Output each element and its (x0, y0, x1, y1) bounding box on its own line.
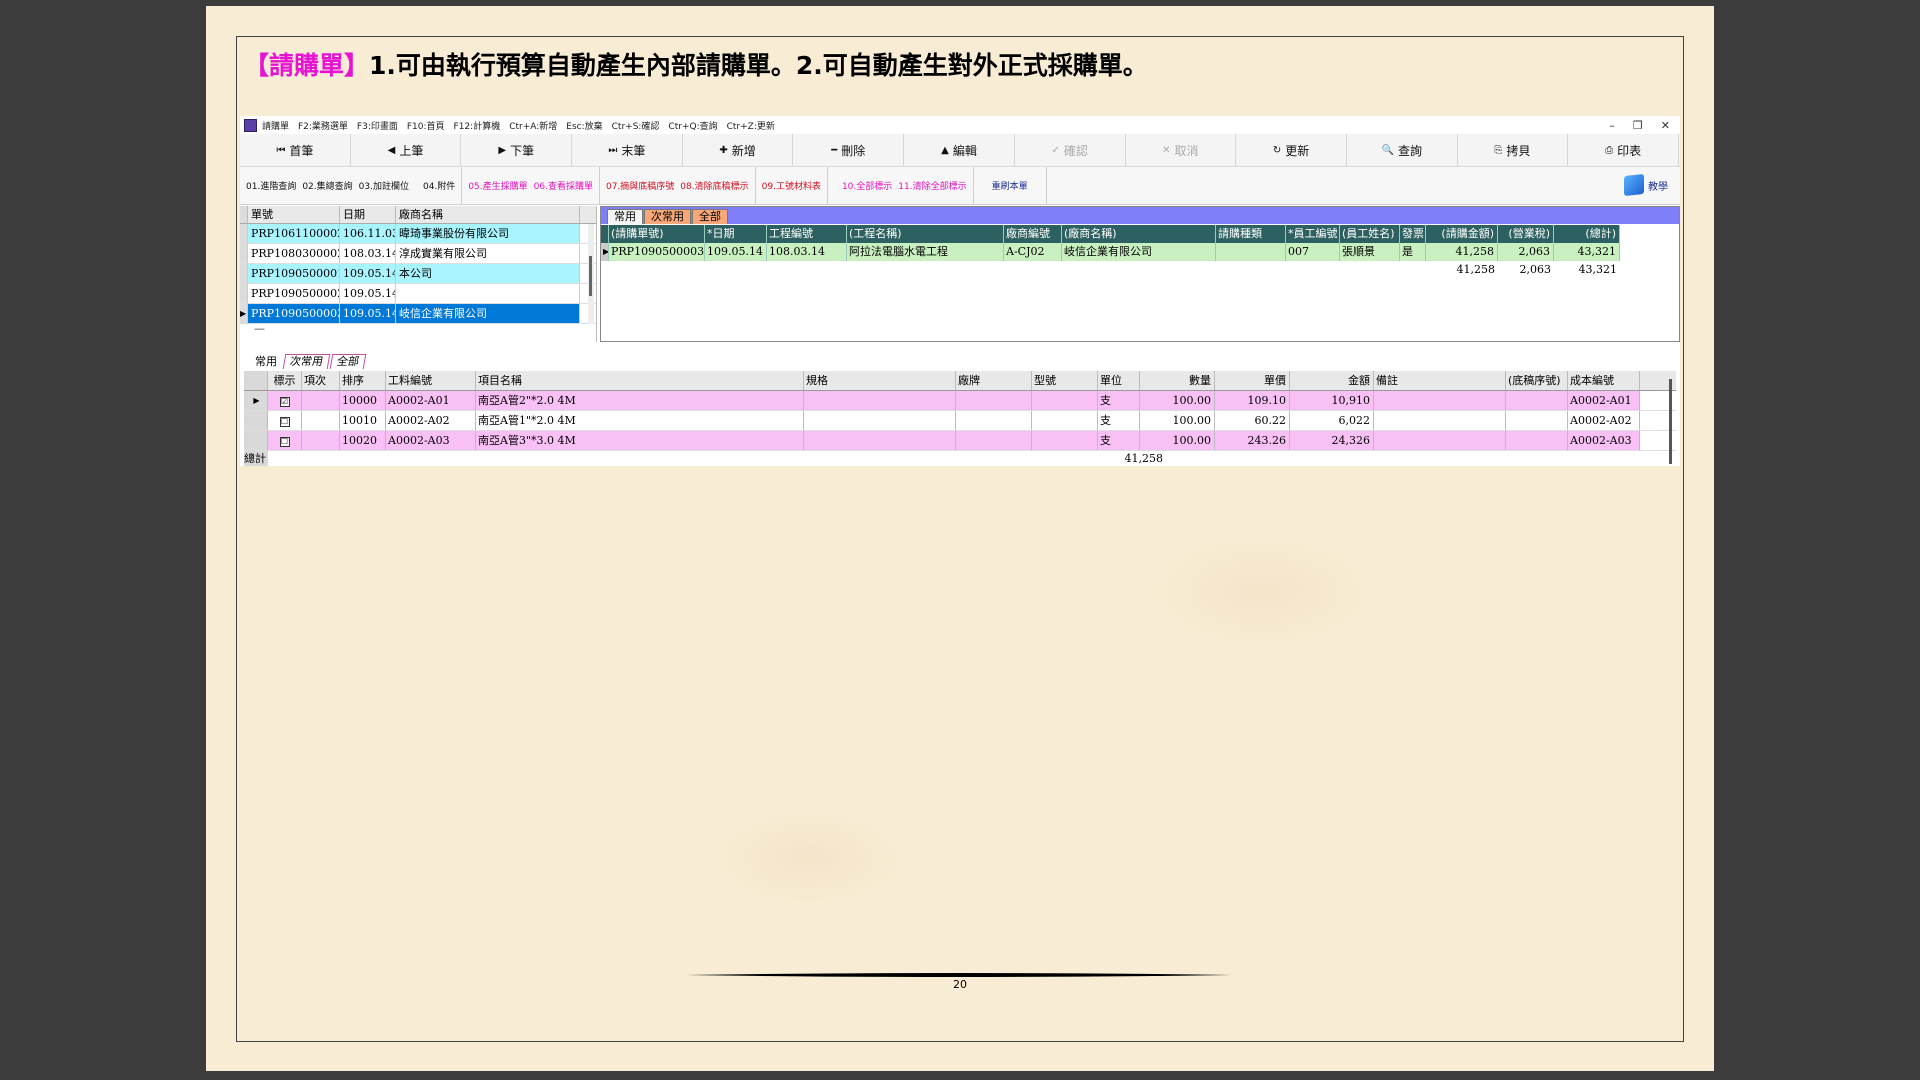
next-record-button[interactable]: ▶ 下筆 (461, 134, 573, 166)
list-dash: — (254, 322, 265, 335)
advanced-query-link[interactable]: 01.進階查詢 (246, 179, 296, 192)
triangle-left-icon: ◀ (387, 144, 396, 156)
clear-draft-link[interactable]: 08.清除底稿標示 (680, 179, 748, 192)
window-title: 請購單 F2:業務選單 F3:印畫面 F10:首頁 F12:計算機 Ctr+A:… (262, 121, 775, 132)
mark-checkbox[interactable]: ☐ (279, 437, 290, 447)
header-panel: 常用 次常用 全部 (請購單號) *日期 工程編號 (工程名稱) 廠商編號 (廠… (600, 206, 1680, 342)
main-toolbar: ⏮ 首筆 ◀ 上筆 ▶ 下筆 ⏭ 末筆 ✚ 新增 ━ 刪除 ▲ 編輯 ✓ 確認 ✕ 取消 ↻ 更新 … (240, 134, 1680, 167)
reprint-link[interactable]: 重刷本單 (992, 179, 1028, 192)
document-list-header: 單號 日期 廠商名稱 (240, 206, 596, 224)
close-icon[interactable]: ✕ (1661, 119, 1670, 132)
document-list: 單號 日期 廠商名稱 PRP1061100002 106.11.03 暐琦事業股… (240, 206, 597, 342)
tab-all[interactable]: 全部 (692, 209, 728, 224)
view-po-link[interactable]: 06.查看採購單 (534, 179, 593, 192)
header-tabs: 常用 次常用 全部 (601, 207, 1679, 224)
list-scrollbar[interactable] (588, 224, 594, 324)
skip-last-icon: ⏭ (608, 144, 618, 156)
extra-fields-link[interactable]: 03.加註欄位 (359, 179, 409, 192)
cancel-button[interactable]: ✕ 取消 (1126, 134, 1237, 166)
query-button[interactable]: 🔍 查詢 (1347, 134, 1458, 166)
skip-first-icon: ⏮ (276, 144, 286, 156)
copy-icon: ⎘ (1494, 144, 1503, 156)
attachment-link[interactable]: 04.附件 (423, 179, 455, 192)
row-pointer-icon: ▶ (601, 243, 609, 261)
teach-button[interactable]: 教學 (1624, 173, 1668, 197)
copy-button[interactable]: ⎘ 拷貝 (1458, 134, 1569, 166)
list-item[interactable]: PRP1061100002 106.11.03 暐琦事業股份有限公司 (240, 224, 596, 244)
detail-tab-all[interactable]: 全部 (329, 354, 367, 369)
slide-title: 【請購單】 1.可由執行預算自動產生內部請購單。2.可自動產生對外正式採購單。 (244, 44, 1148, 84)
window-titlebar: 請購單 F2:業務選單 F3:印畫面 F10:首頁 F12:計算機 Ctr+A:… (240, 116, 1680, 134)
detail-grid-header: 標示 項次 排序 工料編號 項目名稱 規格 廠牌 型號 單位 數量 單價 金額 … (244, 371, 1676, 391)
print-button[interactable]: ⎙ 印表 (1568, 134, 1679, 166)
tab-common[interactable]: 常用 (607, 209, 643, 224)
delete-button[interactable]: ━ 刪除 (793, 134, 905, 166)
slide-title-text: 1.可由執行預算自動產生內部請購單。2.可自動產生對外正式採購單。 (369, 51, 1148, 80)
minus-icon: ━ (831, 144, 838, 156)
refresh-button[interactable]: ↻ 更新 (1236, 134, 1347, 166)
row-pointer-icon: ▶ (244, 391, 268, 410)
confirm-button[interactable]: ✓ 確認 (1015, 134, 1126, 166)
slide-title-bracket: 【請購單】 (244, 51, 370, 80)
detail-tab-common[interactable]: 常用 (250, 355, 282, 369)
cube-icon (1624, 173, 1644, 197)
edit-button[interactable]: ▲ 編輯 (904, 134, 1015, 166)
function-bar: 01.進階查詢 02.集總查詢 03.加註欄位 04.附件 05.產生採購單 0… (240, 167, 1680, 205)
last-record-button[interactable]: ⏭ 末筆 (572, 134, 683, 166)
refresh-icon: ↻ (1272, 144, 1282, 156)
material-list-link[interactable]: 09.工號材料表 (762, 179, 821, 192)
row-pointer-icon: ▶ (240, 304, 248, 323)
draft-serial-link[interactable]: 07.摘與底稿序號 (606, 179, 674, 192)
detail-tabs: 常用 次常用 全部 (250, 354, 367, 369)
list-item[interactable]: PRP1090500002 109.05.14 (240, 284, 596, 304)
triangle-right-icon: ▶ (498, 144, 507, 156)
detail-tab-secondary[interactable]: 次常用 (282, 354, 331, 369)
list-item[interactable]: PRP1080300002 108.03.14 淳成實業有限公司 (240, 244, 596, 264)
detail-sum-row: 總計 41,258 (244, 451, 1676, 466)
table-row[interactable]: ▶ ☑ 10000 A0002-A01 南亞A管2"*2.0 4M 支 100.… (244, 391, 1676, 411)
add-button[interactable]: ✚ 新增 (683, 134, 794, 166)
restore-icon[interactable]: ❐ (1633, 119, 1643, 132)
plus-icon: ✚ (719, 144, 728, 156)
list-item[interactable]: PRP1090500001 109.05.14 本公司 (240, 264, 596, 284)
summary-query-link[interactable]: 02.集總查詢 (302, 179, 352, 192)
table-row[interactable]: ▶ PRP1090500003 109.05.14 108.03.14 阿拉法電… (601, 243, 1620, 261)
prev-record-button[interactable]: ◀ 上筆 (351, 134, 462, 166)
mark-checkbox[interactable]: ☐ (279, 417, 290, 427)
printer-icon: ⎙ (1605, 144, 1614, 156)
table-row[interactable]: ☐ 10010 A0002-A02 南亞A管1"*2.0 4M 支 100.00… (244, 411, 1676, 431)
check-icon: ✓ (1051, 144, 1060, 156)
x-icon: ✕ (1162, 144, 1171, 156)
mark-checkbox[interactable]: ☑ (279, 397, 290, 407)
table-row[interactable]: ☐ 10020 A0002-A03 南亞A管3"*3.0 4M 支 100.00… (244, 431, 1676, 451)
triangle-up-icon: ▲ (941, 144, 949, 156)
detail-grid: 標示 項次 排序 工料編號 項目名稱 規格 廠牌 型號 單位 數量 單價 金額 … (244, 371, 1676, 466)
generate-po-link[interactable]: 05.產生採購單 (468, 179, 527, 192)
page-number: 20 (953, 978, 967, 991)
sum-label: 總計 (244, 451, 268, 466)
tab-secondary[interactable]: 次常用 (644, 209, 691, 224)
sum-amount: 41,258 (1124, 452, 1164, 465)
header-grid-columns: (請購單號) *日期 工程編號 (工程名稱) 廠商編號 (廠商名稱) 請購種類 … (601, 225, 1620, 243)
header-grid: (請購單號) *日期 工程編號 (工程名稱) 廠商編號 (廠商名稱) 請購種類 … (601, 225, 1620, 279)
clear-all-marks-link[interactable]: 11.清除全部標示 (898, 179, 966, 192)
search-icon: 🔍 (1381, 144, 1394, 156)
mark-all-link[interactable]: 10.全部標示 (842, 179, 892, 192)
header-totals-row: 41,258 2,063 43,321 (1456, 263, 1618, 276)
app-icon (244, 118, 257, 132)
app-window: 請購單 F2:業務選單 F3:印畫面 F10:首頁 F12:計算機 Ctr+A:… (240, 116, 1680, 466)
list-item-selected[interactable]: ▶ PRP1090500003 109.05.14 岐信企業有限公司 (240, 304, 596, 324)
minimize-icon[interactable]: – (1609, 119, 1615, 132)
detail-scrollbar[interactable] (1669, 379, 1672, 464)
first-record-button[interactable]: ⏮ 首筆 (240, 134, 351, 166)
